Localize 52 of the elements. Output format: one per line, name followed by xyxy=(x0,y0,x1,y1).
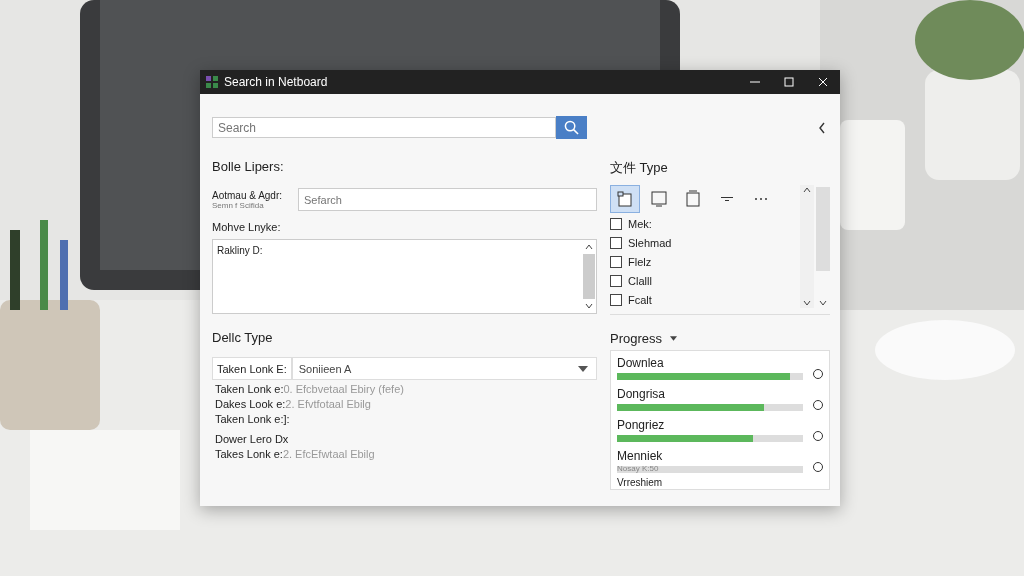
section-heading: Dellc Type xyxy=(212,330,274,345)
checkbox-item[interactable]: Fcalt xyxy=(610,292,800,308)
checkbox[interactable] xyxy=(610,294,622,306)
search-field[interactable]: Search xyxy=(212,117,556,138)
window-title: Search in Netboard xyxy=(224,75,328,89)
dropdown[interactable]: Soniieen A xyxy=(291,357,597,380)
select-label: Taken Lonk E: xyxy=(212,357,292,380)
section-heading: Progress xyxy=(610,331,663,346)
list-row-text: Taken Lonk e:0. Efcbvetaal Ebiry (fefe) xyxy=(214,383,405,395)
checkbox-item[interactable]: Slehmad xyxy=(610,235,800,251)
progress-label: Dongrisa xyxy=(617,387,666,401)
caret-icon xyxy=(578,365,588,372)
list-row-text: Dower Lero Dx xyxy=(214,433,290,445)
scroll-up-icon[interactable] xyxy=(803,187,811,193)
progress-label: Menniek xyxy=(617,449,663,463)
field-label: Aotmau & Agdr: xyxy=(212,189,284,201)
text-field[interactable]: Sefarch xyxy=(298,188,597,211)
checkbox[interactable] xyxy=(610,256,622,268)
checkbox-item[interactable]: Mek: xyxy=(610,216,800,232)
app-icon xyxy=(206,76,218,88)
checkbox-item[interactable]: Flelz xyxy=(610,254,800,270)
progress-label: Pongriez xyxy=(617,418,665,432)
field-hint: Semn f Scifida xyxy=(212,200,264,210)
list-row-text: Takes Lonk e:2. EfcEfwtaal Ebilg xyxy=(214,448,376,460)
field-label: Mohve Lnyke: xyxy=(212,221,282,233)
scroll-down-icon[interactable] xyxy=(585,303,593,309)
search-button[interactable] xyxy=(556,116,587,139)
maximize-icon xyxy=(784,77,794,87)
text-area-value: Rakliny D: xyxy=(216,244,264,258)
filter-icon xyxy=(721,197,733,201)
progress-label: Downlea xyxy=(617,356,664,370)
section-heading: 文件 Type xyxy=(610,159,669,177)
progress-label: Vrreshiem xyxy=(617,477,664,488)
folder-tool-button[interactable] xyxy=(610,185,640,213)
search-icon xyxy=(564,120,579,135)
checkbox[interactable] xyxy=(610,275,622,287)
checkbox[interactable] xyxy=(610,218,622,230)
checkbox[interactable] xyxy=(610,237,622,249)
scroll-up-icon[interactable] xyxy=(585,244,593,250)
monitor-icon xyxy=(650,190,668,208)
close-icon xyxy=(818,77,828,87)
progress-note: Nosay K:50 xyxy=(617,464,659,474)
list-row-text: Taken Lonk e:]: xyxy=(214,413,291,425)
scrollbar[interactable] xyxy=(800,185,830,308)
folder-icon xyxy=(616,190,634,208)
page-icon xyxy=(684,190,702,208)
section-heading: Bolle Lipers: xyxy=(212,159,285,174)
text-area[interactable]: Rakliny D: xyxy=(212,239,597,314)
caret-icon[interactable] xyxy=(670,336,678,341)
checkbox-item[interactable]: Clalll xyxy=(610,273,800,289)
collapse-icon[interactable] xyxy=(818,121,826,134)
list-row-text: Dakes Look e:2. Efvtfotaal Ebilg xyxy=(214,398,372,410)
